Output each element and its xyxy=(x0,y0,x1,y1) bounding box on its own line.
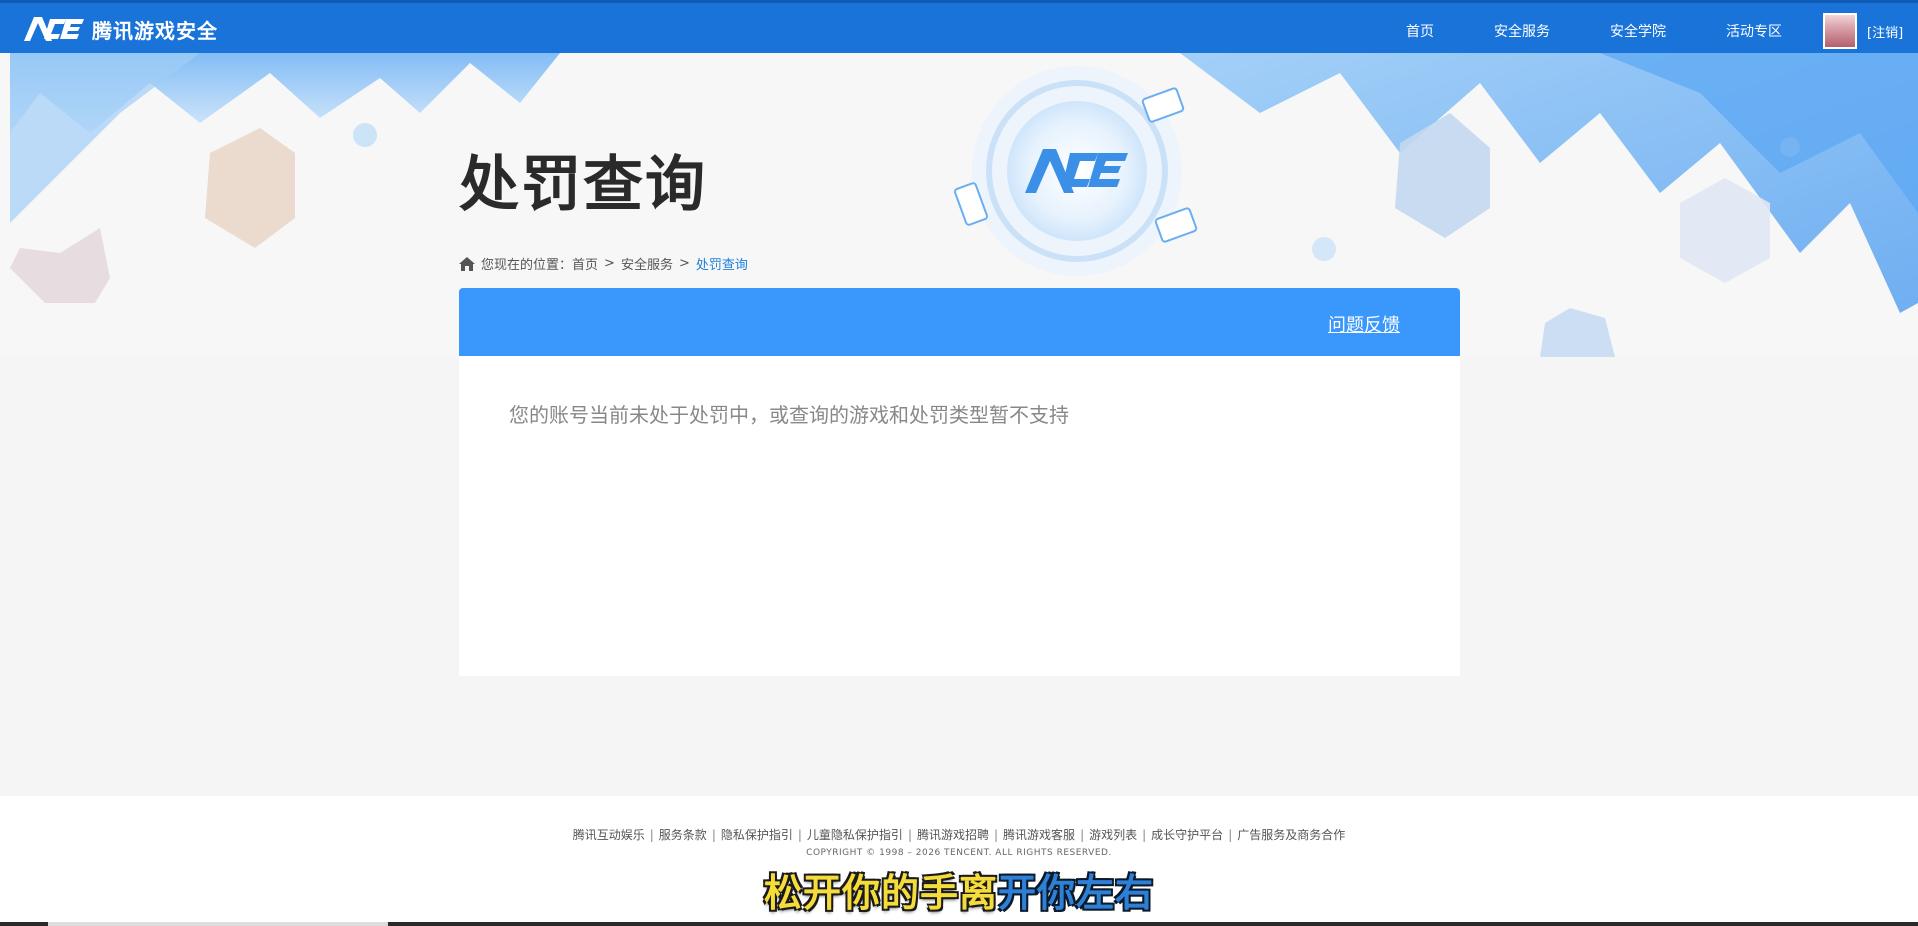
footer-link[interactable]: 腾讯游戏招聘 xyxy=(917,828,989,842)
footer-link[interactable]: 儿童隐私保护指引 xyxy=(807,828,903,842)
footer-divider: | xyxy=(797,828,802,842)
home-icon xyxy=(459,256,475,271)
page-title: 处罚查询 xyxy=(459,150,707,220)
nav-item-activity-zone[interactable]: 活动专区 xyxy=(1726,21,1782,41)
footer-divider: | xyxy=(994,828,999,842)
footer-divider: | xyxy=(1142,828,1147,842)
breadcrumb: 您现在的位置： 首页 > 安全服务 > 处罚查询 xyxy=(459,254,748,273)
logout-link[interactable]: [注销] xyxy=(1867,22,1903,41)
footer-link[interactable]: 腾讯互动娱乐 xyxy=(573,828,645,842)
user-avatar[interactable] xyxy=(1823,13,1857,49)
footer-divider: | xyxy=(1228,828,1233,842)
nav-item-security-service[interactable]: 安全服务 xyxy=(1494,21,1550,41)
copyright: COPYRIGHT © 1998 – 2026 TENCENT. ALL RIG… xyxy=(806,848,1112,858)
logo-text: 腾讯游戏安全 xyxy=(92,18,218,43)
footer-link[interactable]: 成长守护平台 xyxy=(1151,828,1223,842)
bottom-progress-strip xyxy=(0,922,1918,926)
breadcrumb-separator: > xyxy=(604,256,615,271)
top-nav-bar: 腾讯游戏安全 首页 安全服务 安全学院 活动专区 [注销] xyxy=(0,0,1918,53)
breadcrumb-prefix: 您现在的位置： xyxy=(481,258,573,273)
site-logo[interactable]: 腾讯游戏安全 xyxy=(22,13,218,45)
breadcrumb-item-security-service[interactable]: 安全服务 xyxy=(621,254,673,273)
video-subtitle-overlay: 松开你的手离开你左右 xyxy=(0,862,1918,917)
breadcrumb-item-current: 处罚查询 xyxy=(695,258,748,273)
subtitle-part-1: 松开你的手离 xyxy=(763,871,998,915)
nav-item-home[interactable]: 首页 xyxy=(1406,21,1434,41)
page: 腾讯游戏安全 首页 安全服务 安全学院 活动专区 [注销] 处罚查询 您现在的位… xyxy=(0,0,1918,926)
footer-divider: | xyxy=(711,828,716,842)
nav-item-security-academy[interactable]: 安全学院 xyxy=(1610,21,1666,41)
footer-links: 腾讯互动娱乐 | 服务条款 | 隐私保护指引 | 儿童隐私保护指引 | 腾讯游戏招聘 | 腾讯游戏客… xyxy=(0,826,1918,843)
footer-link[interactable]: 广告服务及商务合作 xyxy=(1237,828,1345,842)
bottom-strip-segment xyxy=(48,922,388,926)
footer-divider: | xyxy=(907,828,912,842)
subtitle-part-2: 开你左右 xyxy=(998,871,1155,915)
footer-link[interactable]: 服务条款 xyxy=(659,828,707,842)
footer: 腾讯互动娱乐 | 服务条款 | 隐私保护指引 | 儿童隐私保护指引 | 腾讯游戏招聘 | 腾讯游戏客… xyxy=(0,796,1918,926)
feedback-link[interactable]: 问题反馈 xyxy=(1328,311,1400,337)
breadcrumb-separator: > xyxy=(678,256,690,271)
footer-link[interactable]: 隐私保护指引 xyxy=(721,828,793,842)
footer-link[interactable]: 游戏列表 xyxy=(1089,828,1137,842)
breadcrumb-item-home[interactable]: 首页 xyxy=(572,254,598,273)
footer-divider: | xyxy=(649,828,654,842)
result-panel: 问题反馈 您的账号当前未处于处罚中，或查询的游戏和处罚类型暂不支持 xyxy=(459,288,1460,676)
result-message: 您的账号当前未处于处罚中，或查询的游戏和处罚类型暂不支持 xyxy=(509,403,1069,427)
footer-link[interactable]: 腾讯游戏客服 xyxy=(1003,828,1075,842)
ace-logo-icon xyxy=(24,17,84,41)
footer-divider: | xyxy=(1080,828,1085,842)
panel-header: 问题反馈 xyxy=(459,288,1460,356)
